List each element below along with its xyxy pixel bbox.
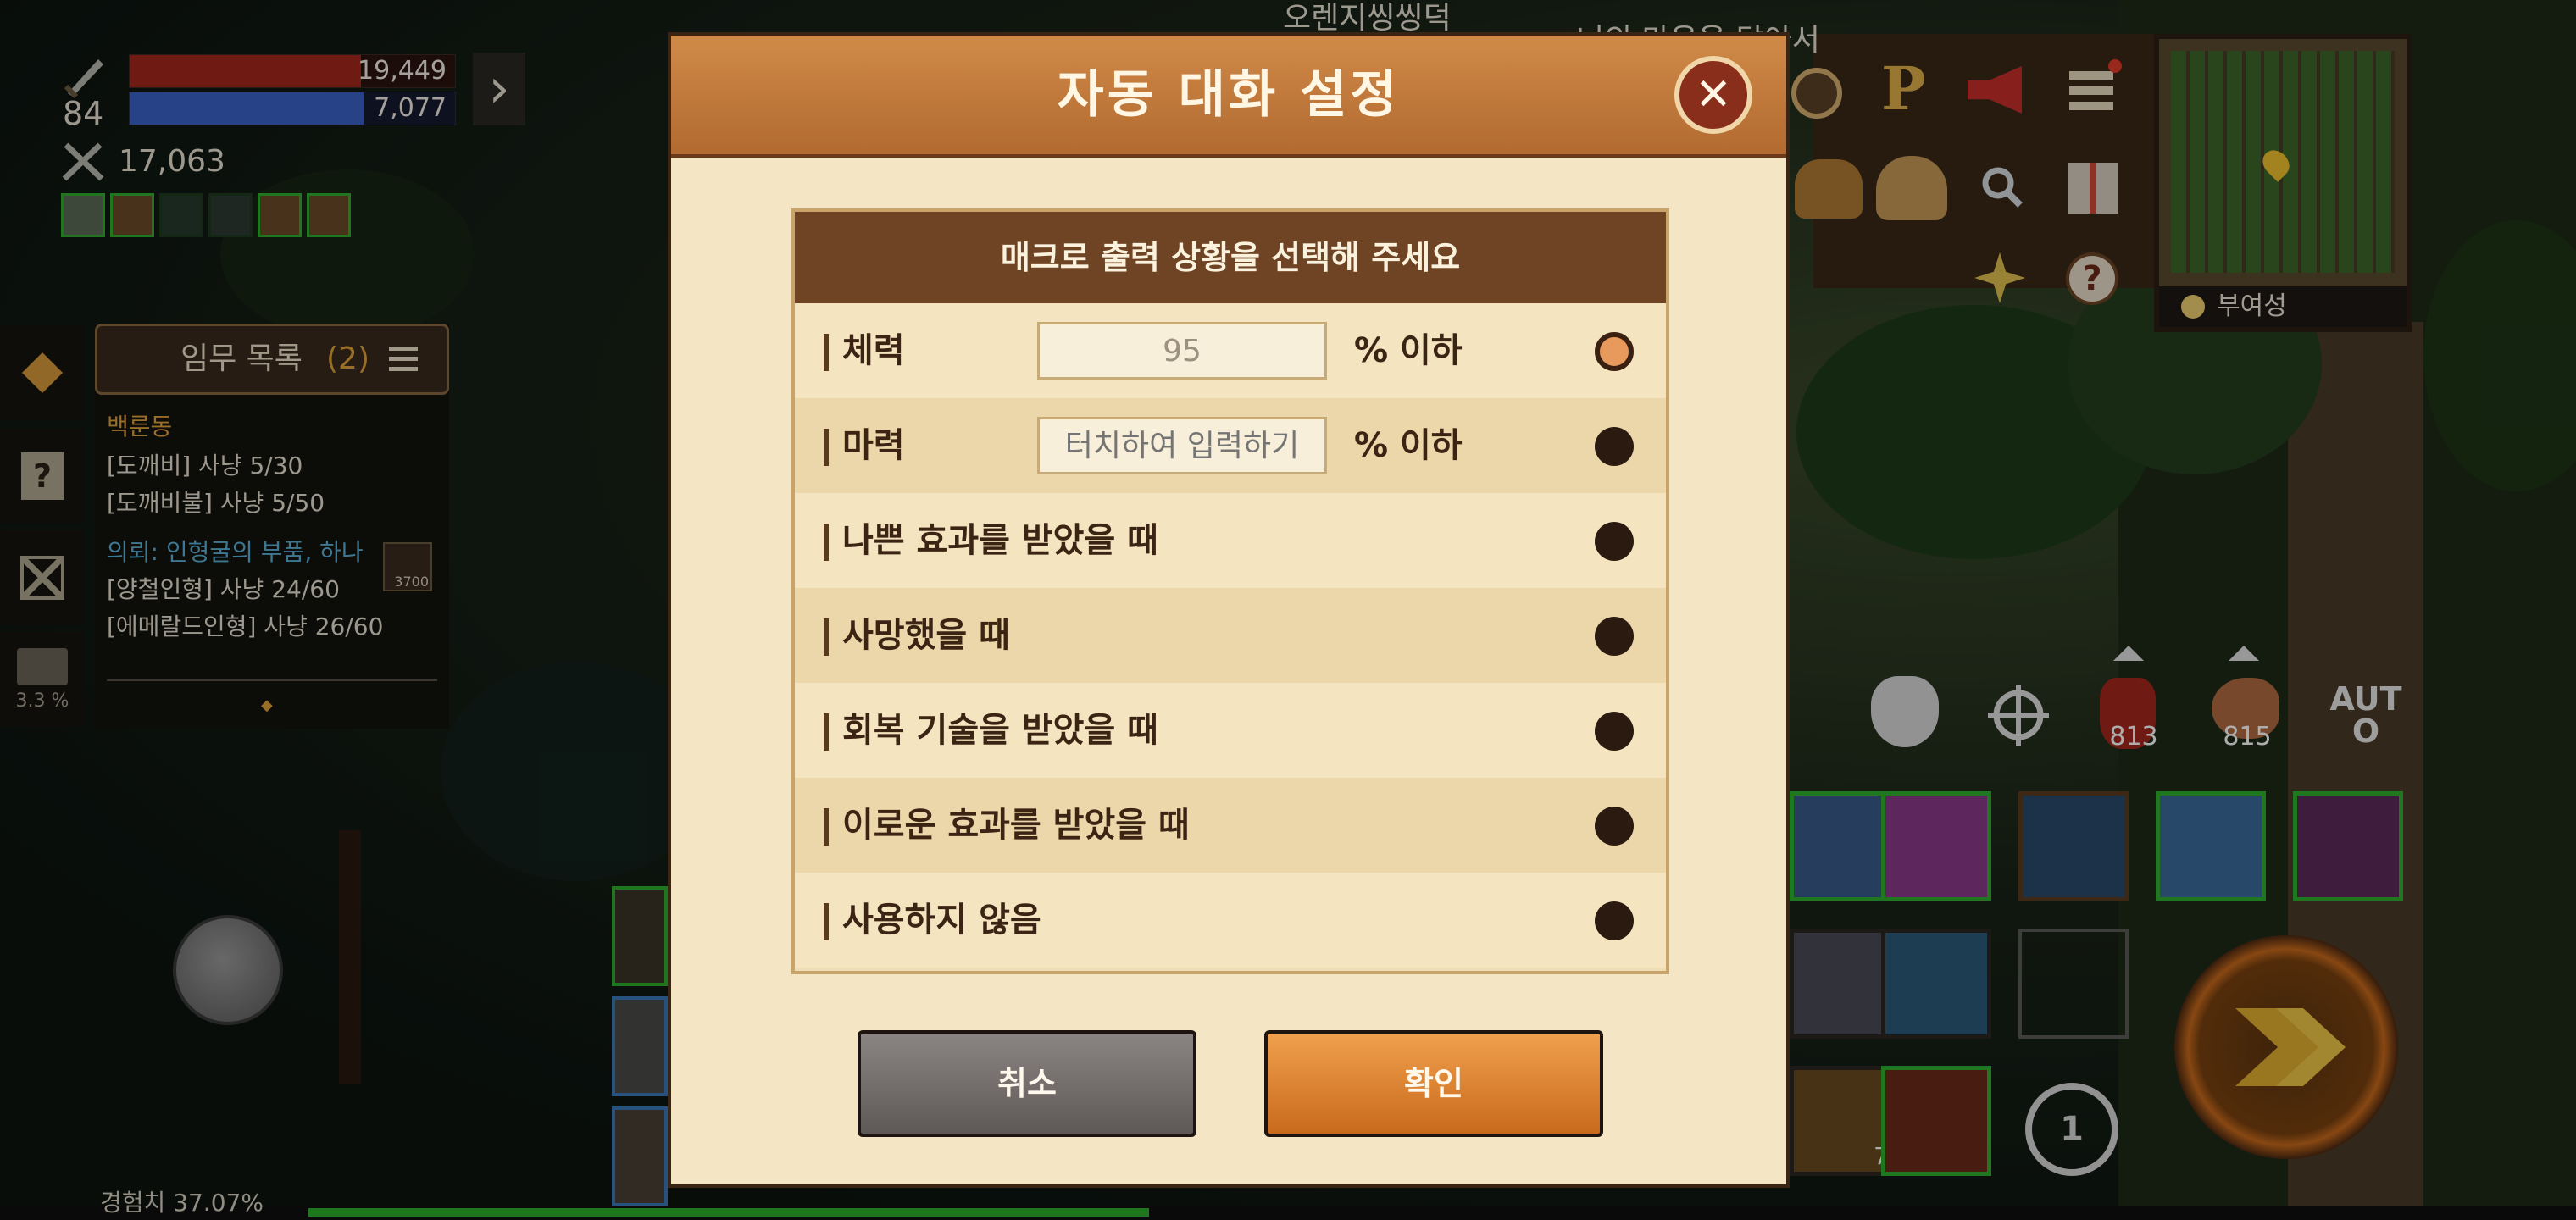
trigger-option-list: 매크로 출력 상황을 선택해 주세요 체력 % 이하 마력 % 이하 나쁜 효과… <box>791 208 1669 974</box>
option-label: 회복 기술을 받았을 때 <box>842 711 1158 750</box>
close-button[interactable]: ✕ <box>1674 56 1752 134</box>
dialog-title: 자동 대화 설정 <box>1057 65 1401 125</box>
row-marker <box>824 903 829 940</box>
option-row-buff[interactable]: 이로운 효과를 받았을 때 <box>795 778 1666 873</box>
option-suffix: % 이하 <box>1354 426 1463 465</box>
option-suffix: % 이하 <box>1354 331 1463 370</box>
option-label: 사망했을 때 <box>842 616 1010 655</box>
option-row-hp[interactable]: 체력 % 이하 <box>795 303 1666 398</box>
cancel-button[interactable]: 취소 <box>858 1030 1196 1137</box>
option-list-title: 매크로 출력 상황을 선택해 주세요 <box>1000 239 1461 276</box>
option-radio[interactable] <box>1595 332 1634 371</box>
mp-threshold-input[interactable] <box>1037 417 1327 474</box>
option-label: 나쁜 효과를 받았을 때 <box>842 521 1158 560</box>
option-row-none[interactable]: 사용하지 않음 <box>795 873 1666 968</box>
auto-chat-settings-dialog: 자동 대화 설정 ✕ 매크로 출력 상황을 선택해 주세요 체력 % 이하 마력… <box>668 32 1790 1188</box>
option-radio[interactable] <box>1595 807 1634 846</box>
option-label: 사용하지 않음 <box>842 901 1041 940</box>
option-radio[interactable] <box>1595 427 1634 466</box>
option-list-header: 매크로 출력 상황을 선택해 주세요 <box>795 212 1666 303</box>
row-marker <box>824 334 829 371</box>
hp-threshold-input[interactable] <box>1037 322 1327 380</box>
option-row-debuff[interactable]: 나쁜 효과를 받았을 때 <box>795 493 1666 588</box>
row-marker <box>824 429 829 466</box>
close-icon: ✕ <box>1695 69 1732 120</box>
option-radio[interactable] <box>1595 522 1634 561</box>
row-marker <box>824 524 829 561</box>
option-row-death[interactable]: 사망했을 때 <box>795 588 1666 683</box>
option-radio[interactable] <box>1595 712 1634 751</box>
option-radio[interactable] <box>1595 901 1634 940</box>
option-label: 마력 <box>842 426 905 465</box>
option-radio[interactable] <box>1595 617 1634 656</box>
row-marker <box>824 808 829 846</box>
option-row-heal[interactable]: 회복 기술을 받았을 때 <box>795 683 1666 778</box>
confirm-button[interactable]: 확인 <box>1264 1030 1603 1137</box>
option-label: 체력 <box>842 331 905 370</box>
row-marker <box>824 713 829 751</box>
option-row-mp[interactable]: 마력 % 이하 <box>795 398 1666 493</box>
option-label: 이로운 효과를 받았을 때 <box>842 806 1190 845</box>
dialog-header: 자동 대화 설정 ✕ <box>671 36 1786 158</box>
row-marker <box>824 618 829 656</box>
